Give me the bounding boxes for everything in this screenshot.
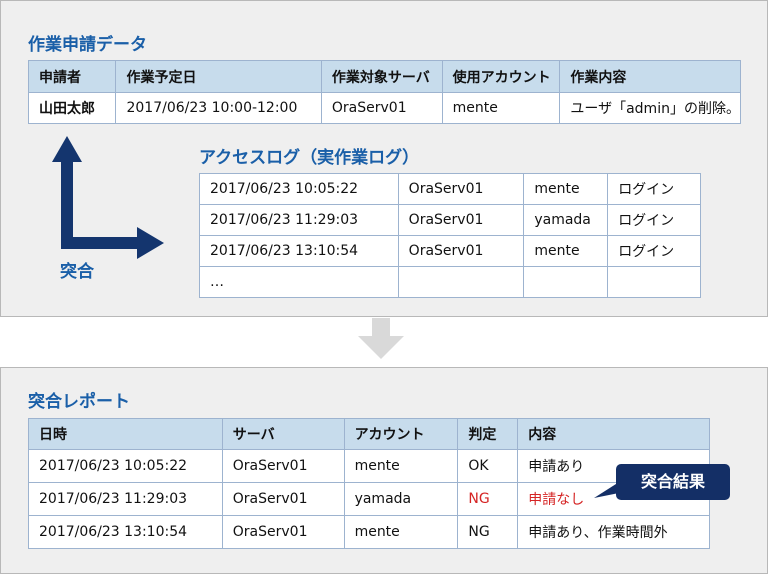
report-datetime-cell: 2017/06/23 11:29:03 — [28, 482, 223, 516]
report-content-cell: 申請あり、作業時間外 — [517, 515, 710, 549]
report-account-cell: mente — [343, 449, 459, 483]
table-row: 2017/06/23 11:29:03 OraServ01 yamada ログイ… — [199, 204, 701, 236]
log-server-cell: OraServ01 — [397, 204, 525, 236]
match-label: 突合 — [60, 262, 94, 282]
log-datetime-cell: 2017/06/23 13:10:54 — [199, 235, 399, 267]
log-empty-cell — [397, 266, 525, 298]
log-action-cell: ログイン — [607, 235, 701, 267]
report-datetime-cell: 2017/06/23 10:05:22 — [28, 449, 223, 483]
log-ellipsis-cell: … — [199, 266, 399, 298]
header-cell: 日時 — [28, 418, 223, 450]
header-cell: サーバ — [221, 418, 345, 450]
header-cell: 内容 — [517, 418, 710, 450]
log-server-cell: OraServ01 — [397, 235, 525, 267]
report-judgment-cell: NG — [457, 482, 519, 516]
table-row: 2017/06/23 10:05:22 OraServ01 mente ログイン — [199, 173, 701, 205]
arrow-up-head — [52, 136, 82, 162]
log-datetime-cell: 2017/06/23 11:29:03 — [199, 204, 399, 236]
log-account-cell: yamada — [523, 204, 609, 236]
report-judgment-cell: NG — [457, 515, 519, 549]
arrow-right-head — [137, 227, 164, 259]
report-server-cell: OraServ01 — [221, 482, 345, 516]
report-datetime-cell: 2017/06/23 13:10:54 — [28, 515, 223, 549]
table-row: 2017/06/23 13:10:54 OraServ01 mente ログイン — [199, 235, 701, 267]
horizontal-arrow-shaft — [61, 237, 141, 249]
table-row: 2017/06/23 13:10:54 OraServ01 mente NG 申… — [28, 515, 710, 549]
access-log-table: 2017/06/23 10:05:22 OraServ01 mente ログイン… — [199, 173, 701, 298]
log-datetime-cell: 2017/06/23 10:05:22 — [199, 173, 399, 205]
log-action-cell: ログイン — [607, 204, 701, 236]
header-cell: 判定 — [457, 418, 519, 450]
report-title: 突合レポート — [28, 392, 130, 412]
report-server-cell: OraServ01 — [221, 449, 345, 483]
log-empty-cell — [523, 266, 609, 298]
table-row: … — [199, 266, 701, 298]
report-judgment-cell: OK — [457, 449, 519, 483]
vertical-arrow-shaft — [61, 157, 73, 249]
table-header-row: 日時 サーバ アカウント 判定 内容 — [28, 418, 710, 450]
log-account-cell: mente — [523, 235, 609, 267]
result-callout: 突合結果 — [640, 472, 705, 491]
log-empty-cell — [607, 266, 701, 298]
report-account-cell: mente — [343, 515, 459, 549]
report-account-cell: yamada — [343, 482, 459, 516]
down-arrow-icon — [358, 318, 404, 359]
log-server-cell: OraServ01 — [397, 173, 525, 205]
header-cell: アカウント — [343, 418, 459, 450]
log-action-cell: ログイン — [607, 173, 701, 205]
access-log-title: アクセスログ（実作業ログ） — [199, 148, 420, 168]
report-server-cell: OraServ01 — [221, 515, 345, 549]
log-account-cell: mente — [523, 173, 609, 205]
